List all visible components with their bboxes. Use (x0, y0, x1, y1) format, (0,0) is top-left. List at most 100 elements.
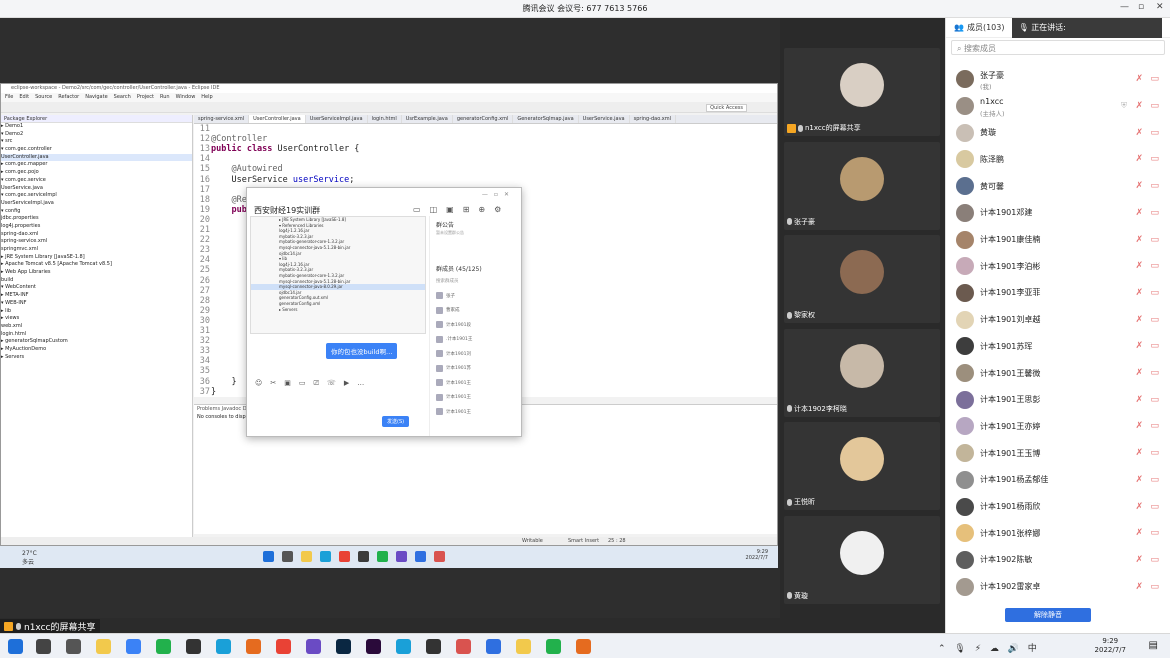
chrome-icon[interactable] (276, 639, 291, 654)
member-row[interactable]: 计本1901李亚菲 ✗ ▭ (946, 280, 1170, 307)
emoji-icon[interactable]: ☺ (255, 379, 262, 388)
editor-tab[interactable]: spring-dao.xml (630, 115, 677, 123)
folder-icon[interactable]: ▭ (299, 379, 306, 388)
video-off-icon[interactable]: ▭ (1150, 555, 1159, 565)
member-row[interactable]: 计本1901苏珲 ✗ ▭ (946, 333, 1170, 360)
menu-item-refactor[interactable]: Refactor (58, 94, 79, 101)
group-member[interactable]: 计本1901王 (436, 408, 471, 415)
menu-item-search[interactable]: Search (114, 94, 131, 101)
group-member[interactable]: .计本1901王 (436, 335, 472, 343)
menu-item-window[interactable]: Window (176, 94, 196, 101)
editor-tab[interactable]: generatorConfig.xml (453, 115, 514, 123)
video-off-icon[interactable]: ▭ (1150, 475, 1159, 485)
mic-muted-icon[interactable]: ✗ (1135, 421, 1143, 431)
more-icon[interactable]: … (357, 379, 364, 388)
video-off-icon[interactable]: ▭ (1150, 395, 1159, 405)
mic-muted-icon[interactable]: ✗ (1135, 448, 1143, 458)
send-button[interactable]: 发送(S) (382, 416, 410, 427)
group-member[interactable]: 曹家成 (436, 306, 460, 314)
tree-item[interactable]: log4j.properties (1, 223, 192, 231)
editor-tab[interactable]: spring-service.xml (194, 115, 250, 123)
book-icon[interactable]: ◫ (430, 205, 438, 214)
search-members-input[interactable]: 搜索群成员 (436, 278, 459, 284)
menu-item-help[interactable]: Help (201, 94, 212, 101)
tree-item[interactable]: ▸ generatorSqlmapCustom (1, 338, 192, 346)
app-icon[interactable] (426, 639, 441, 654)
editor-tab[interactable]: UserServiceImpl.java (306, 115, 368, 123)
tree-item[interactable]: ▸ views (1, 315, 192, 323)
app-icon[interactable] (546, 639, 561, 654)
app-icon[interactable] (456, 639, 471, 654)
member-row[interactable]: 黄可馨 ✗ ▭ (946, 173, 1170, 200)
group-member[interactable]: 张子 (436, 292, 455, 299)
member-row[interactable]: 黄璇 ✗ ▭ (946, 119, 1170, 146)
video-off-icon[interactable]: ▭ (1150, 315, 1159, 325)
mic-muted-icon[interactable]: ✗ (1135, 528, 1143, 538)
menu-item-file[interactable]: File (5, 94, 13, 101)
group-member[interactable]: 计本1901王 (436, 393, 471, 401)
tree-item[interactable]: UserController.java (1, 153, 192, 162)
group-member[interactable]: 计本1901刘 (436, 350, 471, 357)
taskbar-clock[interactable]: 9:29 2022/7/7 (1095, 637, 1126, 655)
tree-item[interactable]: ▾ WEB-INF (1, 300, 192, 308)
video-tile[interactable]: n1xcc的屏幕共享 (784, 48, 940, 136)
tree-item[interactable]: ▸ Web App Libraries (1, 269, 192, 277)
premiere-icon[interactable] (366, 639, 381, 654)
mic-muted-icon[interactable]: ✗ (1135, 235, 1143, 245)
tree-item[interactable]: jdbc.properties (1, 215, 192, 223)
tree-item[interactable]: ▾ com.gec.serviceImpl (1, 192, 192, 200)
system-tray-icons[interactable]: ⌃ 🎙 ⚡ ☁ 🔊 中 (938, 641, 1040, 654)
screenshot-icon[interactable]: ⎚ (313, 379, 319, 388)
wechat-window-controls[interactable]: —▫✕ (482, 191, 515, 198)
video-off-icon[interactable]: ▭ (1150, 341, 1159, 351)
tree-item[interactable]: ▸ com.gec.pojo (1, 169, 192, 177)
tree-item[interactable]: UserService.java (1, 185, 192, 193)
video-icon[interactable]: ▶ (344, 379, 349, 388)
explorer-icon[interactable] (96, 639, 111, 654)
video-off-icon[interactable]: ▭ (1150, 502, 1159, 512)
menu-item-edit[interactable]: Edit (19, 94, 29, 101)
quick-access-field[interactable]: Quick Access (706, 104, 747, 112)
member-row[interactable]: 计本1901王思彭 ✗ ▭ (946, 386, 1170, 413)
tree-item[interactable]: ▾ WebContent (1, 284, 192, 292)
mic-muted-icon[interactable]: ✗ (1135, 502, 1143, 512)
group-member[interactable]: 计本1901苏 (436, 364, 471, 372)
video-off-icon[interactable]: ▭ (1150, 288, 1159, 298)
video-off-icon[interactable]: ▭ (1150, 528, 1159, 538)
maximize-button[interactable]: ▫ (1138, 2, 1144, 12)
ime-indicator[interactable]: 中 (1028, 644, 1040, 654)
mic-muted-icon[interactable]: ✗ (1135, 582, 1143, 592)
video-off-icon[interactable]: ▭ (1150, 181, 1159, 191)
mic-muted-icon[interactable]: ✗ (1135, 261, 1143, 271)
member-row[interactable]: 计本1901杨孟郁佳 ✗ ▭ (946, 467, 1170, 494)
video-off-icon[interactable]: ▭ (1150, 74, 1159, 84)
member-row[interactable]: 计本1902陈敏 ✗ ▭ (946, 547, 1170, 574)
video-off-icon[interactable]: ▭ (1150, 368, 1159, 378)
video-off-icon[interactable]: ▭ (1150, 154, 1159, 164)
gear-icon[interactable]: ⚙ (494, 205, 501, 214)
video-off-icon[interactable]: ▭ (1150, 261, 1159, 271)
mic-muted-icon[interactable]: ✗ (1135, 368, 1143, 378)
tree-item[interactable]: ▸ lib (1, 308, 192, 316)
member-row[interactable]: n1xcc (主持人) ⛨ ✗ ▭ (946, 93, 1170, 120)
member-row[interactable]: 计本1901邓建 ✗ ▭ (946, 200, 1170, 227)
tencent-meeting-icon[interactable] (576, 639, 591, 654)
video-off-icon[interactable]: ▭ (1150, 582, 1159, 592)
video-off-icon[interactable]: ▭ (1150, 421, 1159, 431)
mic-muted-icon[interactable]: ✗ (1135, 154, 1143, 164)
close-button[interactable]: ✕ (1156, 2, 1164, 12)
menu-item-source[interactable]: Source (35, 94, 52, 101)
notification-icon[interactable]: ▤ (1149, 640, 1158, 651)
mic-muted-icon[interactable]: ✗ (1135, 315, 1143, 325)
app-icon[interactable] (306, 639, 321, 654)
app-icon[interactable] (396, 639, 411, 654)
windows-icon[interactable] (8, 639, 23, 654)
minimize-button[interactable]: — (1120, 2, 1129, 12)
tree-item[interactable]: spring-service.xml (1, 238, 192, 246)
tree-item[interactable]: spring-dao.xml (1, 231, 192, 239)
video-tile[interactable]: 黄璇 (784, 515, 940, 604)
tree-item[interactable]: ▸ Apache Tomcat v8.5 [Apache Tomcat v8.5… (1, 261, 192, 269)
group-member[interactable]: 计本1901王 (436, 379, 471, 386)
tree-item[interactable]: springmvc.xml (1, 246, 192, 254)
tree-item[interactable]: UserServiceImpl.java (1, 200, 192, 208)
